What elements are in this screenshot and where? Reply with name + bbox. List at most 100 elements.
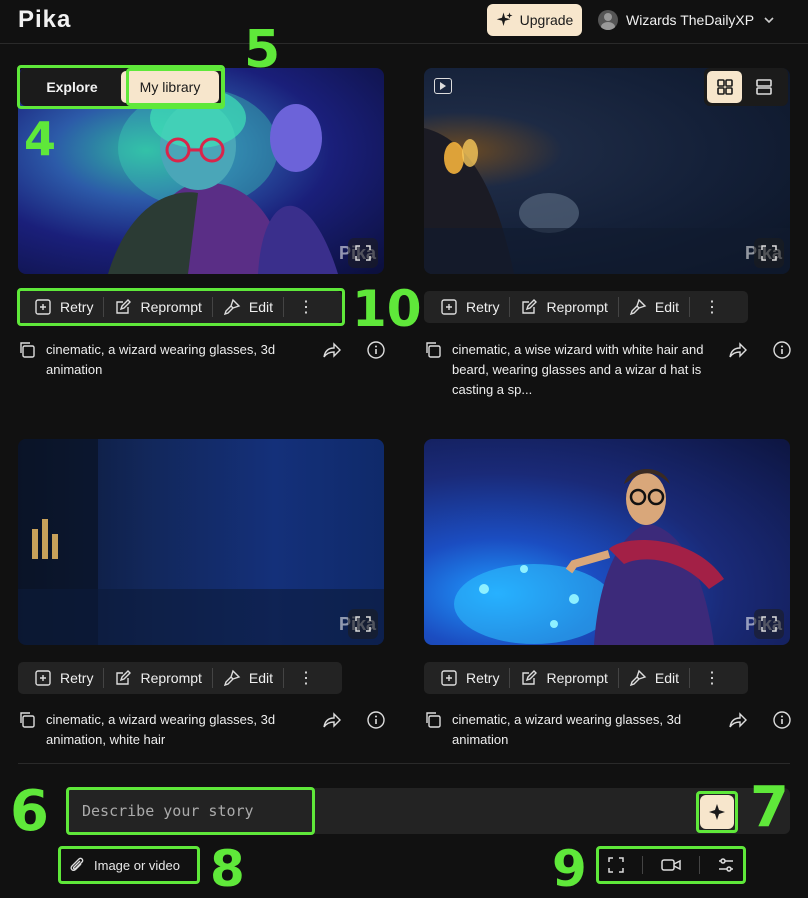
annotation-number-6: 6 [10,779,49,844]
share-icon [323,712,341,728]
fullscreen-button[interactable] [754,238,784,268]
attach-label: Image or video [94,857,180,873]
edit-button[interactable]: Edit [213,297,283,317]
prompt-text: cinematic, a wizard wearing glasses, 3d … [46,712,276,747]
more-options-button[interactable]: ⋮ [288,668,324,688]
fullscreen-icon [761,616,777,632]
retry-button[interactable]: Retry [24,297,103,317]
divider [283,668,285,688]
annotation-number-7: 7 [750,775,789,840]
divider [642,856,644,874]
share-button[interactable] [322,340,342,366]
reprompt-button[interactable]: Reprompt [104,297,211,317]
sparkle-icon [709,804,725,820]
edit-button[interactable]: Edit [213,668,283,688]
avatar [598,10,618,30]
retry-icon [35,670,51,686]
card-actions-bar: Retry Reprompt Edit ⋮ [18,662,342,694]
share-button[interactable] [322,710,342,736]
settings-sliders-icon[interactable] [717,856,735,874]
share-icon [729,712,747,728]
brush-icon [629,298,647,316]
retry-icon [441,670,457,686]
fullscreen-button[interactable] [754,609,784,639]
fullscreen-button[interactable] [348,609,378,639]
brush-icon [629,669,647,687]
retry-button[interactable]: Retry [24,668,103,688]
info-button[interactable] [772,340,792,366]
edit-button[interactable]: Edit [619,297,689,317]
blue-scene-illustration [18,439,384,645]
reprompt-label: Reprompt [546,670,608,686]
divider [689,297,691,317]
card-caption: cinematic, a wizard wearing glasses, 3d … [18,710,386,750]
retry-button[interactable]: Retry [430,297,509,317]
user-name: Wizards TheDailyXP [626,12,755,28]
more-options-button[interactable]: ⋮ [694,297,730,317]
attach-media-button[interactable]: Image or video [60,848,198,882]
aspect-ratio-icon[interactable] [607,856,625,874]
video-camera-icon[interactable] [661,856,681,874]
video-thumbnail[interactable]: Pika [18,439,384,645]
retry-label: Retry [466,670,500,686]
copy-prompt-button[interactable] [424,710,446,730]
edit-label: Edit [248,299,274,315]
top-bar: Pika Upgrade Wizards TheDailyXP [0,0,808,44]
reprompt-label: Reprompt [140,299,202,315]
video-thumbnail[interactable]: Pika [424,439,790,645]
wizard-casting-illustration [454,469,724,645]
prompt-text: cinematic, a wise wizard with white hair… [452,342,704,397]
info-icon [773,341,791,359]
card-actions-bar: Retry Reprompt Edit ⋮ [424,662,748,694]
annotation-number-5: 5 [244,20,281,80]
annotation-number-4: 4 [24,112,57,166]
retry-label: Retry [60,670,94,686]
info-button[interactable] [366,340,386,366]
brush-icon [223,669,241,687]
list-view-button[interactable] [746,71,781,103]
tab-explore[interactable]: Explore [23,71,121,103]
card-caption: cinematic, a wizard wearing glasses, 3d … [18,340,386,380]
edit-square-icon [522,299,538,314]
retry-button[interactable]: Retry [430,668,509,688]
share-icon [729,342,747,358]
pika-logo[interactable]: Pika [18,6,71,34]
annotation-number-10: 10 [352,280,422,338]
info-button[interactable] [366,710,386,736]
user-menu[interactable]: Wizards TheDailyXP [598,8,776,32]
edit-square-icon [116,299,132,314]
reprompt-button[interactable]: Reprompt [510,668,617,688]
copy-prompt-button[interactable] [18,340,40,360]
generate-button[interactable] [700,795,734,829]
fullscreen-button[interactable] [348,238,378,268]
share-button[interactable] [728,340,748,366]
share-icon [323,342,341,358]
sparkle-icon [496,12,513,26]
card-actions-bar: Retry Reprompt Edit ⋮ [18,291,342,323]
more-options-button[interactable]: ⋮ [288,297,324,317]
grid-view-button[interactable] [707,71,742,103]
info-icon [773,711,791,729]
more-options-button[interactable]: ⋮ [694,668,730,688]
edit-label: Edit [654,299,680,315]
card-caption: cinematic, a wizard wearing glasses, 3d … [424,710,792,750]
edit-square-icon [116,670,132,685]
fullscreen-icon [355,245,371,261]
copy-prompt-button[interactable] [424,340,446,360]
info-button[interactable] [772,710,792,736]
share-button[interactable] [728,710,748,736]
story-prompt-input[interactable] [70,790,312,832]
view-mode-switch [704,68,788,106]
copy-icon [426,342,441,358]
prompt-text: cinematic, a wizard wearing glasses, 3d … [452,712,682,747]
upgrade-button[interactable]: Upgrade [487,4,582,36]
explore-library-toggle: Explore My library [20,68,222,106]
reprompt-button[interactable]: Reprompt [104,668,211,688]
edit-button[interactable]: Edit [619,668,689,688]
tab-my-library[interactable]: My library [121,71,219,103]
section-divider [18,763,790,764]
copy-prompt-button[interactable] [18,710,40,730]
reprompt-button[interactable]: Reprompt [510,297,617,317]
fullscreen-icon [761,245,777,261]
copy-icon [426,712,441,728]
